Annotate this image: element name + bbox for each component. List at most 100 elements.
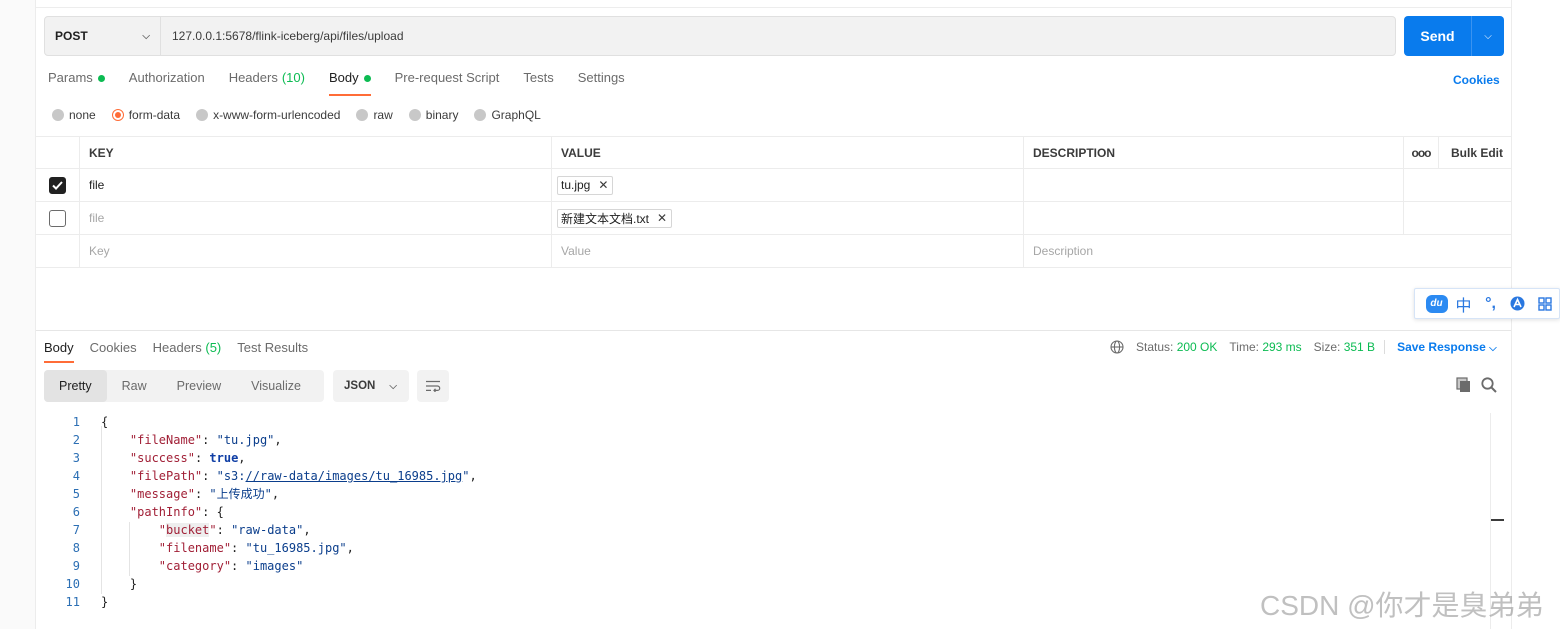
search-icon[interactable]: [1480, 376, 1498, 394]
radio-none[interactable]: none: [52, 108, 96, 122]
tab-pre-request-script[interactable]: Pre-request Script: [395, 70, 500, 96]
header-key: KEY: [80, 137, 552, 168]
size-value: 351 B: [1343, 340, 1376, 354]
status-readout[interactable]: Status: 200 OK: [1136, 340, 1217, 354]
tab-label: Authorization: [128, 70, 205, 85]
method-select[interactable]: POST ⌵: [45, 17, 161, 55]
request-tabs: Params Authorization Headers (10) Body Pr…: [48, 70, 649, 96]
ime-voice-icon[interactable]: [1504, 296, 1531, 311]
tab-response-headers[interactable]: Headers (5): [153, 340, 222, 363]
tab-tests[interactable]: Tests: [523, 70, 553, 96]
radio-circle-icon: [52, 109, 64, 121]
send-button[interactable]: Send ⌵: [1404, 16, 1504, 56]
tab-body[interactable]: Body: [328, 70, 371, 96]
method-label: POST: [55, 29, 88, 43]
ime-logo[interactable]: du: [1423, 294, 1450, 313]
table-row: file tu.jpg ✕: [36, 169, 1511, 202]
row-checkbox-cell: [36, 169, 80, 201]
tab-test-results[interactable]: Test Results: [237, 340, 308, 363]
row-enabled-checkbox[interactable]: [49, 176, 66, 194]
ime-punctuation-toggle[interactable]: °,: [1477, 295, 1504, 313]
ime-grid-icon[interactable]: [1531, 296, 1558, 311]
line-number: 2: [72, 433, 80, 447]
size-readout[interactable]: Size: 351 B: [1314, 340, 1375, 354]
status-label: Status:: [1136, 340, 1174, 354]
value-cell[interactable]: tu.jpg ✕: [552, 169, 1024, 201]
tab-response-body[interactable]: Body: [44, 340, 74, 363]
globe-icon[interactable]: [1110, 340, 1124, 354]
radio-selected-icon: [111, 109, 124, 121]
tab-settings[interactable]: Settings: [578, 70, 625, 96]
chevron-down-icon: ⌵: [1489, 343, 1497, 354]
line-number: 1: [72, 415, 80, 429]
tab-headers[interactable]: Headers (10): [229, 70, 305, 96]
status-dot-icon: [363, 75, 371, 82]
view-visualize[interactable]: Visualize: [236, 370, 316, 402]
save-response-button[interactable]: Save Response ⌵: [1384, 340, 1497, 354]
line-number: 11: [65, 595, 80, 609]
radio-binary[interactable]: binary: [408, 108, 459, 122]
radio-label: x-www-form-urlencoded: [213, 108, 341, 122]
new-key-input[interactable]: Key: [80, 235, 552, 267]
view-pretty[interactable]: Pretty: [44, 370, 107, 402]
copy-icon[interactable]: [1455, 376, 1473, 394]
tab-label: Body: [44, 340, 74, 355]
radio-label: none: [69, 108, 96, 122]
status-dot-icon: [97, 75, 105, 82]
code-text: "success": true,: [129, 451, 246, 465]
save-response-label: Save Response: [1397, 340, 1486, 354]
new-value-input[interactable]: Value: [552, 235, 1024, 267]
response-body-viewer[interactable]: 1{2 "fileName": "tu.jpg", 3 "success": tr…: [44, 413, 1490, 613]
url-input[interactable]: 127.0.0.1:5678/flink-iceberg/api/files/u…: [161, 17, 404, 55]
value-cell[interactable]: 新建文本文档.txt ✕: [552, 202, 1024, 234]
key-input[interactable]: file: [80, 169, 552, 201]
cookies-link[interactable]: Cookies: [1453, 73, 1500, 87]
radio-raw[interactable]: raw: [356, 108, 393, 122]
description-input[interactable]: [1024, 202, 1404, 234]
size-label: Size:: [1313, 340, 1341, 354]
format-select[interactable]: JSON ⌵: [333, 370, 409, 402]
key-input[interactable]: file: [80, 202, 552, 234]
code-line: 4 "filePath": "s3://raw-data/images/tu_1…: [44, 467, 1490, 485]
check-icon: [52, 180, 63, 190]
tab-label: Headers: [228, 70, 278, 85]
line-number: 10: [65, 577, 80, 591]
tab-authorization[interactable]: Authorization: [129, 70, 205, 96]
tab-label: Cookies: [89, 340, 137, 355]
view-raw[interactable]: Raw: [107, 370, 162, 402]
send-options-chevron-icon[interactable]: ⌵: [1471, 16, 1504, 56]
radio-graphql[interactable]: GraphQL: [474, 108, 541, 122]
time-readout[interactable]: Time: 293 ms: [1229, 340, 1301, 354]
more-options-icon[interactable]: ooo: [1404, 137, 1439, 168]
tab-label: Tests: [523, 70, 554, 85]
radio-form-data[interactable]: form-data: [111, 108, 180, 122]
table-header-row: KEY VALUE DESCRIPTION ooo Bulk Edit: [36, 136, 1511, 169]
file-name: 新建文本文档.txt: [561, 211, 650, 226]
line-number: 9: [72, 559, 80, 573]
status-value: 200 OK: [1176, 340, 1218, 354]
time-value: 293 ms: [1262, 340, 1302, 354]
tab-label: Pre-request Script: [394, 70, 500, 85]
code-text: "filePath": "s3://raw-data/images/tu_169…: [129, 469, 477, 483]
code-line: 5 "message": "上传成功",: [44, 485, 1490, 503]
radio-label: binary: [425, 108, 459, 122]
row-enabled-checkbox[interactable]: [49, 209, 66, 227]
ime-language-toggle[interactable]: 中: [1450, 292, 1477, 316]
sidebar-gutter: [0, 0, 36, 629]
code-line: 2 "fileName": "tu.jpg",: [44, 431, 1490, 449]
remove-file-icon[interactable]: ✕: [657, 211, 667, 225]
radio-x-www-form-urlencoded[interactable]: x-www-form-urlencoded: [196, 108, 340, 122]
row-checkbox-cell: [36, 202, 80, 234]
bulk-edit-button[interactable]: Bulk Edit: [1439, 137, 1511, 168]
remove-file-icon[interactable]: ✕: [598, 178, 608, 192]
tab-label: Settings: [577, 70, 625, 85]
headers-count: (10): [281, 70, 305, 85]
description-input[interactable]: [1024, 169, 1404, 201]
code-text: "bucket": "raw-data",: [158, 523, 311, 537]
new-description-input[interactable]: Description: [1024, 235, 1511, 267]
tab-response-cookies[interactable]: Cookies: [90, 340, 137, 363]
wrap-lines-button[interactable]: [417, 370, 449, 402]
view-preview[interactable]: Preview: [162, 370, 236, 402]
code-line: 7 "bucket": "raw-data",: [44, 521, 1490, 539]
tab-params[interactable]: Params: [48, 70, 105, 96]
